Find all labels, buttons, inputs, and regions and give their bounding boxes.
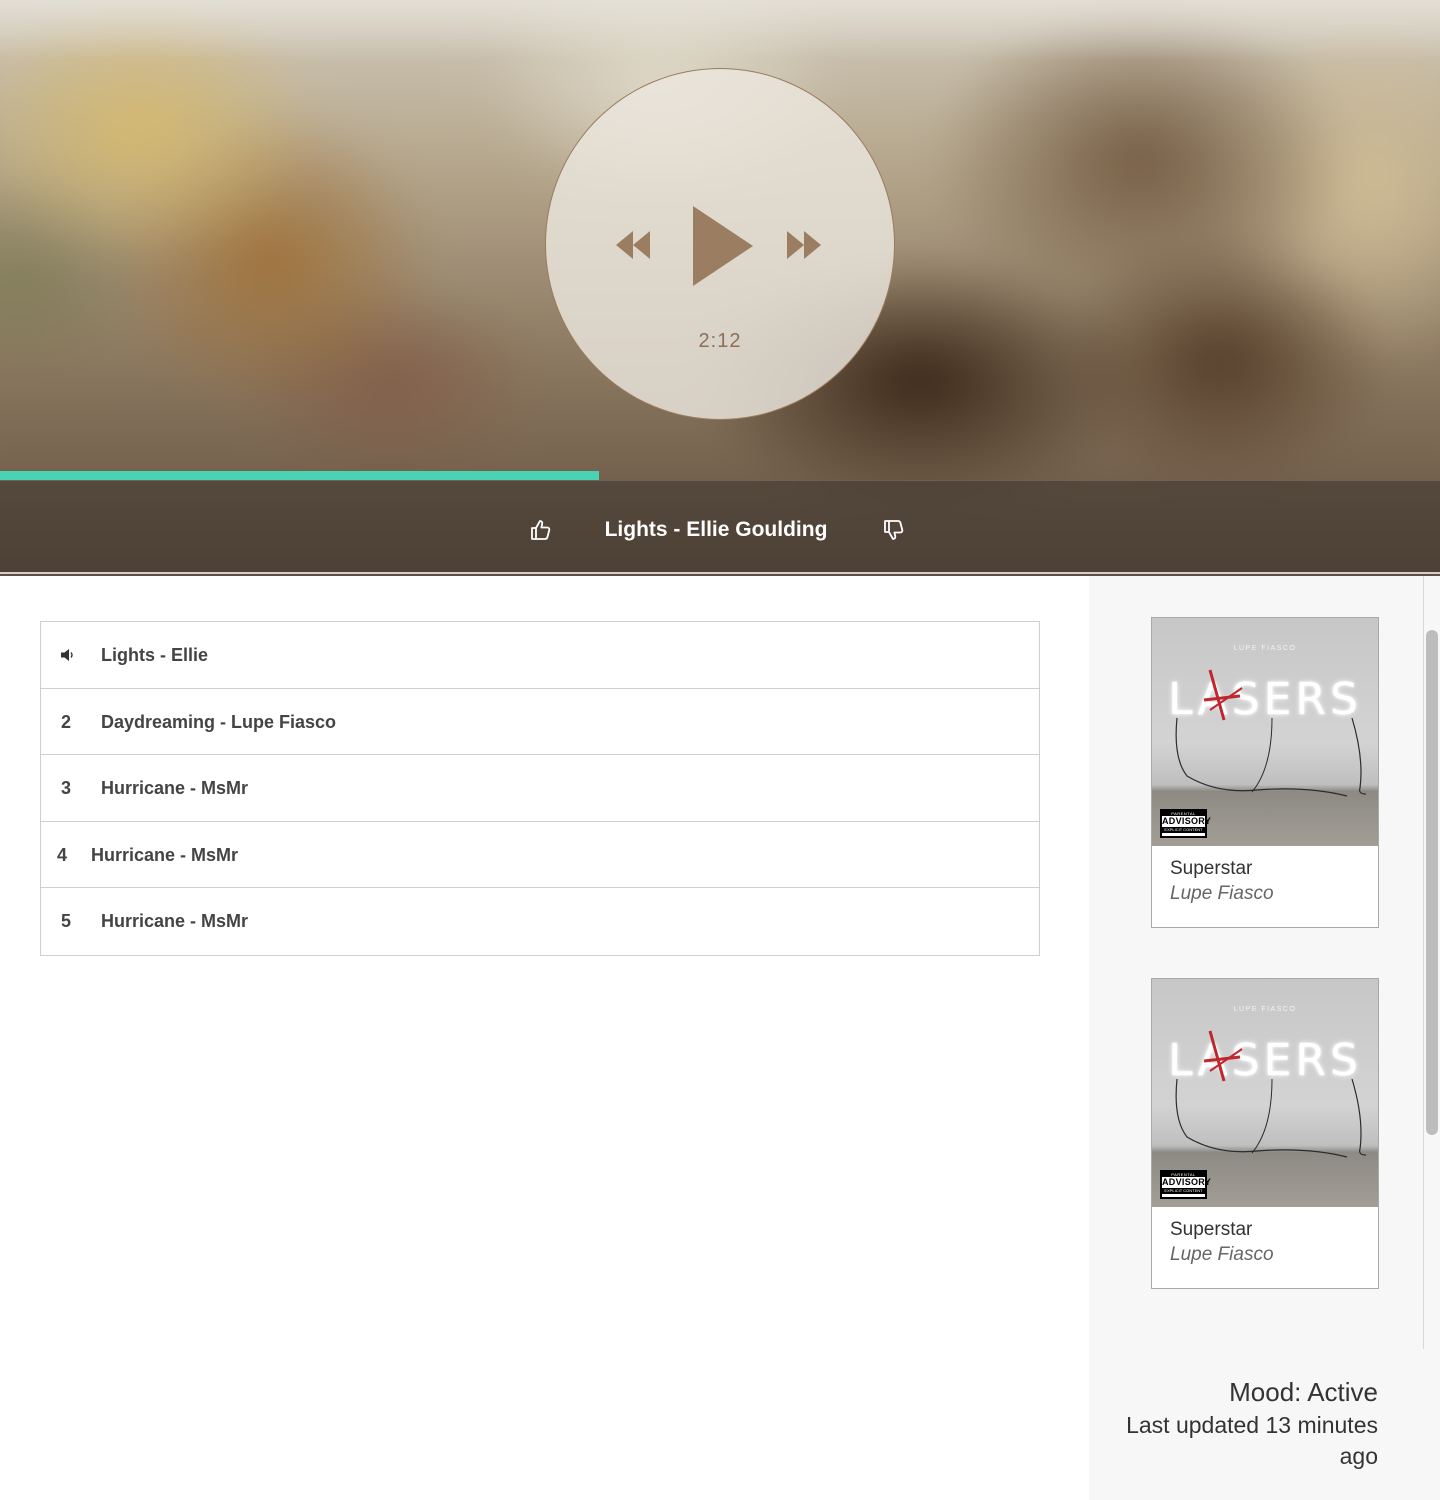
fast-forward-icon[interactable] xyxy=(785,229,823,261)
play-icon[interactable] xyxy=(691,204,755,288)
list-item[interactable]: 3 Hurricane - MsMr xyxy=(41,755,1039,822)
track-title: Hurricane - MsMr xyxy=(101,778,249,798)
speaker-icon xyxy=(60,648,76,667)
last-updated-text: Last updated 13 minutes ago xyxy=(1126,1412,1378,1469)
list-item[interactable]: 4 Hurricane - MsMr xyxy=(41,822,1039,888)
song-title: Superstar xyxy=(1170,1219,1253,1240)
now-playing-bar: Lights - Ellie Goulding xyxy=(0,480,1440,574)
player-controls-circle: 2:12 xyxy=(545,68,895,420)
song-artist: Lupe Fiasco xyxy=(1170,1244,1274,1265)
thumbs-up-icon[interactable] xyxy=(529,518,553,547)
track-title: Lights - Ellie xyxy=(101,645,209,665)
track-title: Hurricane - MsMr xyxy=(91,844,239,865)
now-playing-title: Lights - Ellie Goulding xyxy=(604,518,828,541)
list-item[interactable]: 5 Hurricane - MsMr xyxy=(41,888,1039,955)
mood-status: Mood: Active xyxy=(1229,1377,1378,1407)
scrollbar[interactable] xyxy=(1426,630,1438,1135)
progress-bar[interactable] xyxy=(0,471,1440,480)
album-cover: LUPE FIASCO LASERS PARENTAL ADVISORY EXP… xyxy=(1152,979,1378,1207)
thumbs-down-icon[interactable] xyxy=(882,518,906,547)
progress-fill xyxy=(0,471,600,480)
album-cover: LUPE FIASCO LASERS PARENTAL ADVISORY EXP… xyxy=(1152,618,1378,846)
parental-advisory-label: PARENTAL ADVISORY EXPLICIT CONTENT xyxy=(1160,809,1211,838)
track-number: 2 xyxy=(61,711,72,732)
recommendation-card[interactable]: LUPE FIASCO LASERS PARENTAL ADVISORY EXP… xyxy=(1151,617,1379,928)
playlist: Lights - Ellie 2 Daydreaming - Lupe Fias… xyxy=(40,621,1040,956)
divider xyxy=(1423,576,1424,1349)
song-title: Superstar xyxy=(1170,858,1253,879)
player-hero: 2:12 Lights - Ellie Goulding xyxy=(0,0,1440,576)
elapsed-time: 2:12 xyxy=(698,330,742,352)
track-number: 3 xyxy=(61,778,72,798)
track-number: 4 xyxy=(57,844,68,865)
parental-advisory-label: PARENTAL ADVISORY EXPLICIT CONTENT xyxy=(1160,1170,1211,1199)
list-item[interactable]: Lights - Ellie xyxy=(41,622,1039,689)
song-artist: Lupe Fiasco xyxy=(1170,883,1274,904)
list-item[interactable]: 2 Daydreaming - Lupe Fiasco xyxy=(41,689,1039,755)
track-title: Hurricane - MsMr xyxy=(101,911,249,931)
track-number: 5 xyxy=(61,911,72,931)
track-title: Daydreaming - Lupe Fiasco xyxy=(101,711,337,732)
rewind-icon[interactable] xyxy=(614,229,652,261)
recommendation-card[interactable]: LUPE FIASCO LASERS PARENTAL ADVISORY EXP… xyxy=(1151,978,1379,1289)
